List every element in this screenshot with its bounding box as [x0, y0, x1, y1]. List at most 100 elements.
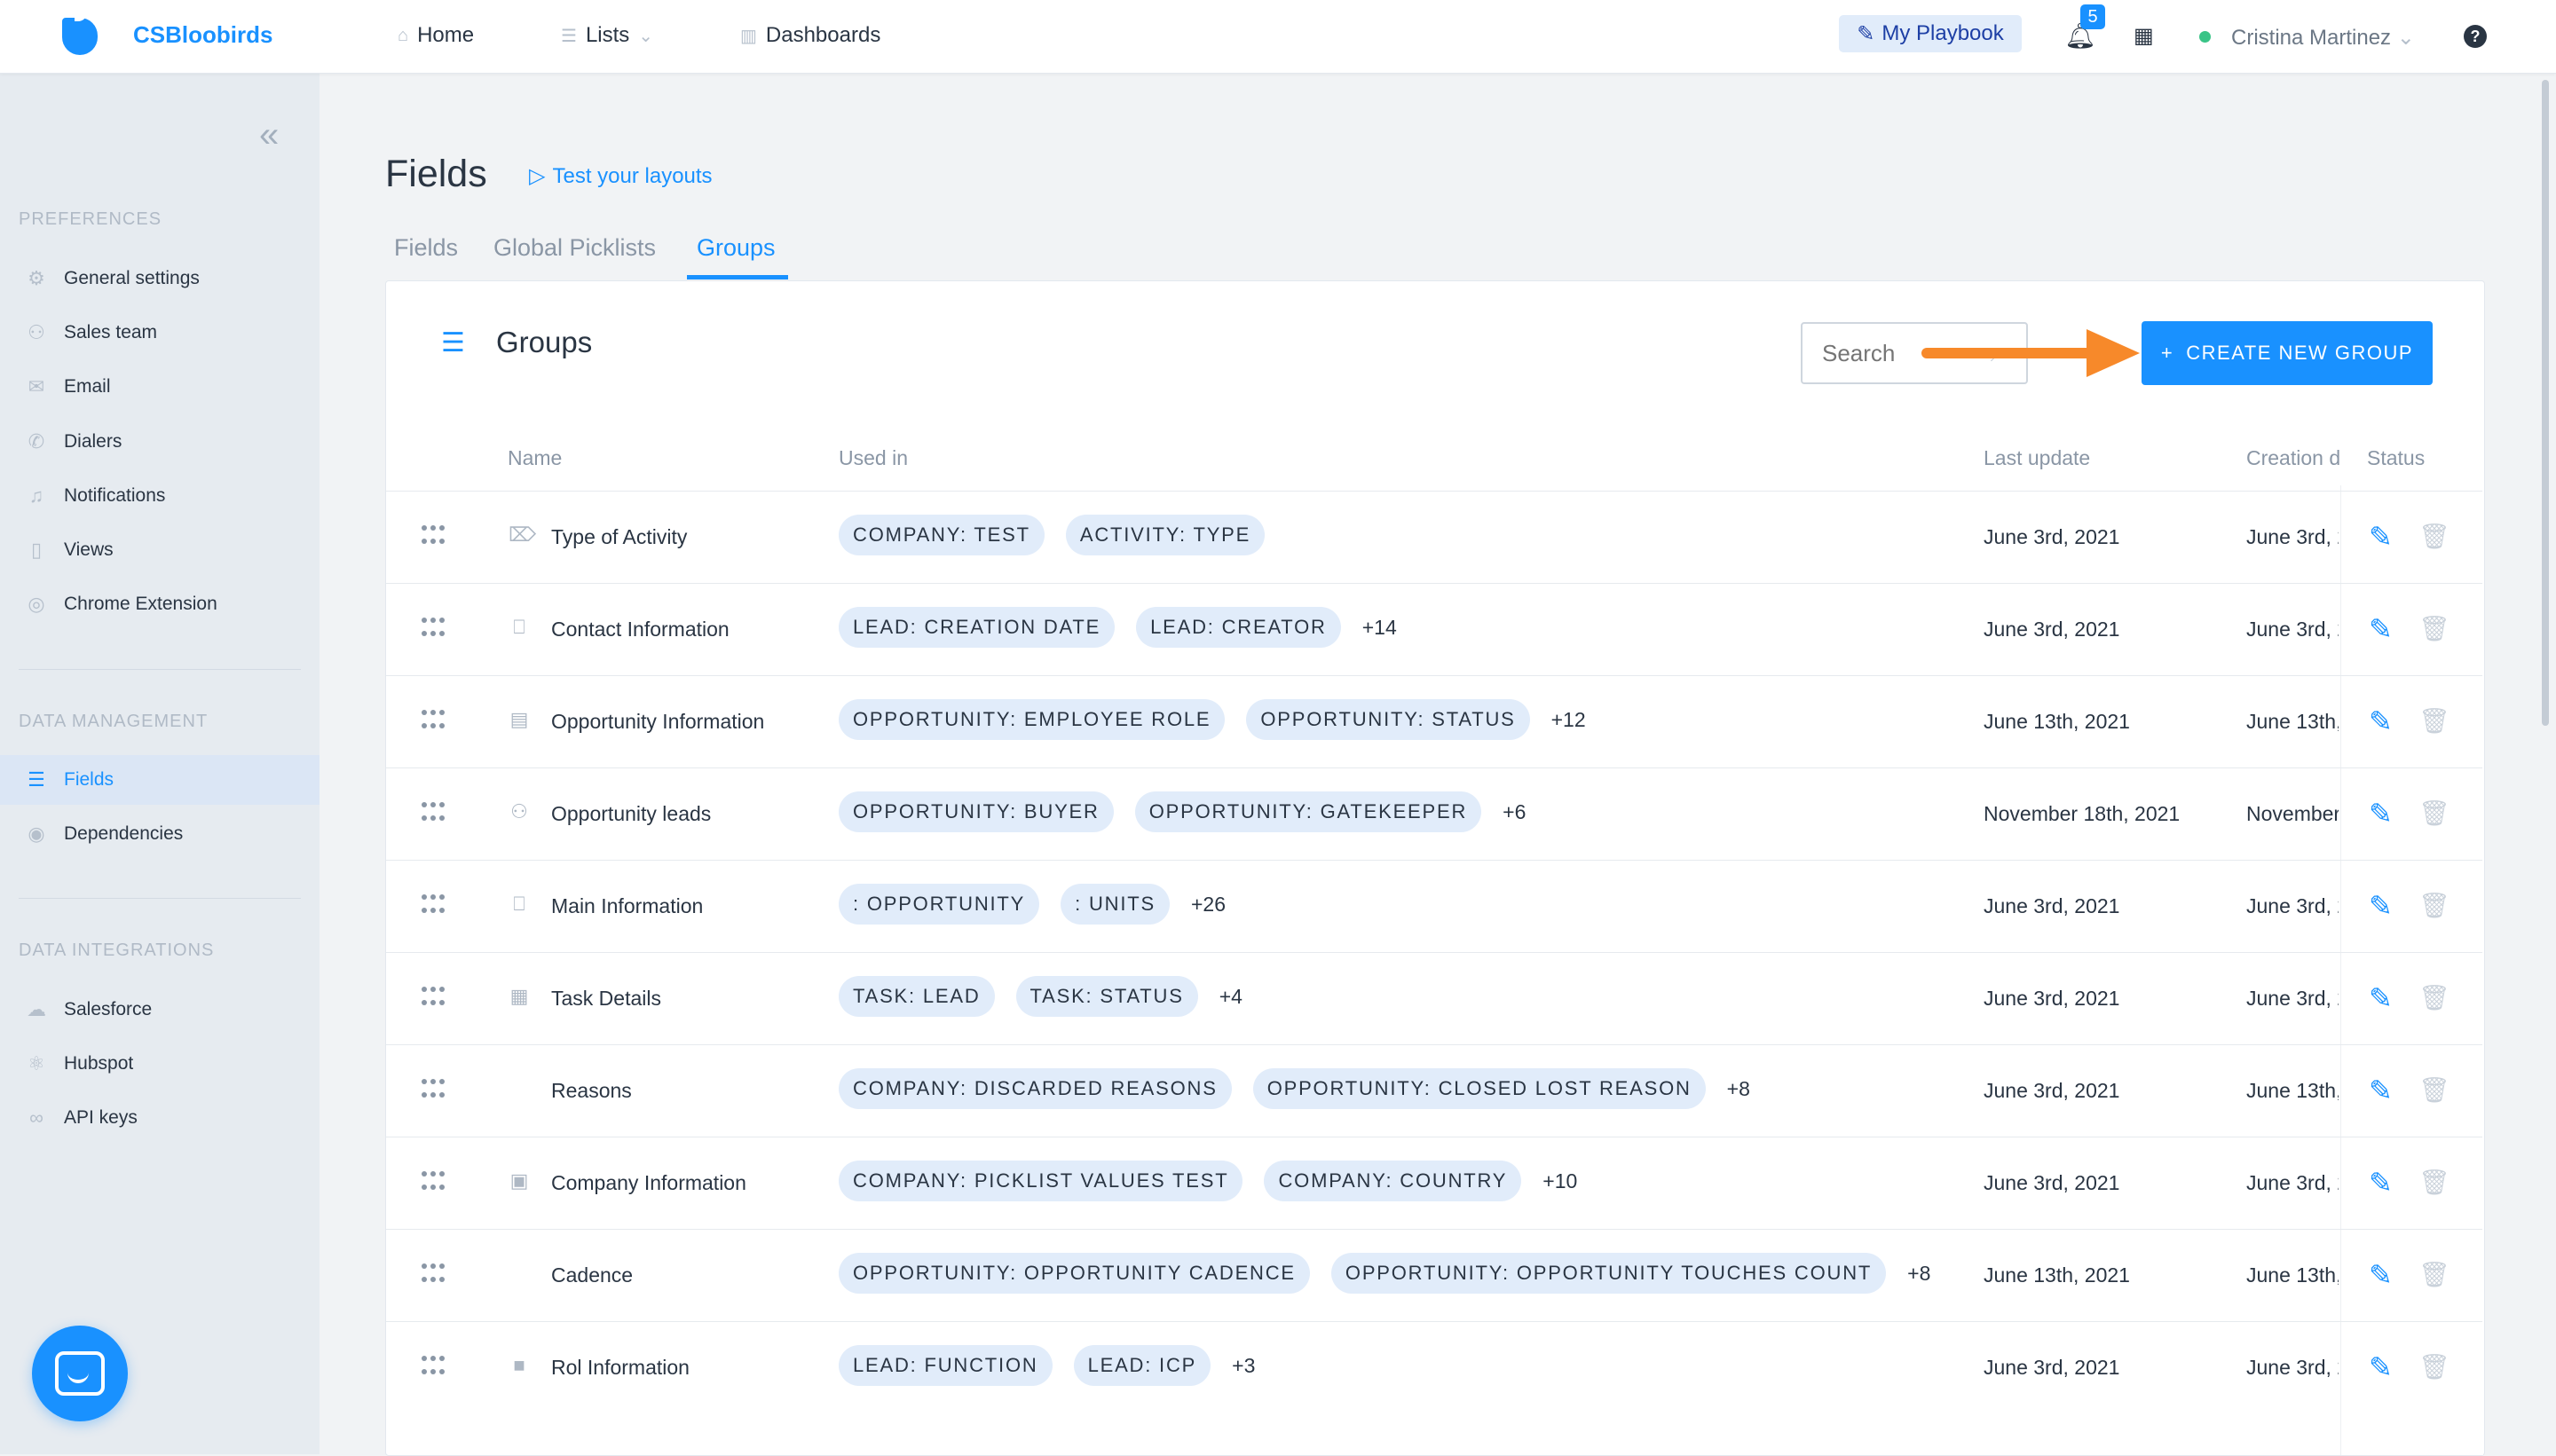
sidebar-item-views[interactable]: ▯ Views — [0, 525, 320, 575]
drag-handle-icon[interactable] — [422, 1171, 445, 1194]
tab-groups[interactable]: Groups — [697, 234, 776, 262]
column-header-used-in[interactable]: Used in — [839, 446, 908, 470]
my-playbook-button[interactable]: ✎ My Playbook — [1839, 15, 2022, 52]
trash-icon[interactable]: 🗑︎ — [2418, 522, 2450, 551]
drag-handle-icon[interactable] — [422, 710, 445, 733]
table-row[interactable]: ■ Rol Information LEAD: FUNCTION LEAD: IC… — [386, 1321, 2482, 1413]
used-in-chip: LEAD: FUNCTION — [839, 1345, 1053, 1386]
table-row[interactable]: ▤ Opportunity Information OPPORTUNITY: E… — [386, 675, 2482, 767]
edit-pencil-icon[interactable]: ✎ — [2369, 1166, 2393, 1200]
drag-handle-icon[interactable] — [422, 894, 445, 917]
sidebar-item-dialers[interactable]: ✆ Dialers — [0, 417, 320, 467]
column-header-creation-date[interactable]: Creation d — [2246, 446, 2340, 470]
table-row[interactable]: ⌦ Type of Activity COMPANY: TEST ACTIVITY… — [386, 491, 2482, 583]
trash-icon[interactable]: 🗑︎ — [2418, 1168, 2450, 1197]
drag-handle-icon[interactable] — [422, 525, 445, 548]
sidebar-item-label: Notifications — [64, 485, 166, 506]
bookmark-icon: ⎕ — [513, 893, 525, 915]
sidebar-item-sales-team[interactable]: ⚇ Sales team — [0, 308, 320, 358]
more-count[interactable]: +3 — [1232, 1354, 1255, 1378]
table-row[interactable]: ▣ Company Information COMPANY: PICKLIST … — [386, 1137, 2482, 1229]
table-row[interactable]: ⎕ Main Information : OPPORTUNITY: UNITS +… — [386, 860, 2482, 952]
edit-pencil-icon[interactable]: ✎ — [2369, 1350, 2393, 1384]
used-in-chip: : UNITS — [1061, 884, 1170, 925]
edit-pencil-icon[interactable]: ✎ — [2369, 889, 2393, 923]
sidebar-item-dependencies[interactable]: ◉ Dependencies — [0, 809, 320, 859]
table-row[interactable]: Reasons COMPANY: DISCARDED REASONS OPPORT… — [386, 1044, 2482, 1137]
more-count[interactable]: +14 — [1362, 616, 1397, 640]
user-menu[interactable]: Cristina Martinez ⌄ — [2231, 25, 2415, 51]
page-scrollbar[interactable] — [2542, 80, 2549, 726]
support-chat-button[interactable] — [32, 1326, 128, 1421]
drag-handle-icon[interactable] — [422, 618, 445, 641]
trash-icon[interactable]: 🗑︎ — [2418, 1260, 2450, 1289]
nav-dashboards[interactable]: ▥ Dashboards — [740, 23, 880, 48]
more-count[interactable]: +10 — [1542, 1169, 1577, 1193]
more-count[interactable]: +6 — [1503, 800, 1526, 824]
drag-handle-icon[interactable] — [422, 1356, 445, 1379]
edit-pencil-icon[interactable]: ✎ — [2369, 1258, 2393, 1292]
brand-logo-icon[interactable] — [62, 11, 98, 55]
drag-handle-icon[interactable] — [422, 802, 445, 825]
more-count[interactable]: +4 — [1219, 985, 1242, 1009]
more-count[interactable]: +8 — [1907, 1262, 1930, 1286]
group-name: Type of Activity — [551, 525, 688, 548]
create-new-group-button[interactable]: + CREATE NEW GROUP — [2142, 321, 2433, 385]
used-in-chip: OPPORTUNITY: GATEKEEPER — [1134, 791, 1482, 832]
test-layouts-link[interactable]: ▷ Test your layouts — [529, 163, 713, 189]
trash-icon[interactable]: 🗑︎ — [2418, 614, 2450, 643]
brand-name[interactable]: CSBloobirds — [133, 21, 272, 49]
group-name: Task Details — [551, 987, 661, 1010]
sidebar-item-hubspot[interactable]: ⚛ Hubspot — [0, 1039, 320, 1089]
drag-handle-icon[interactable] — [422, 1079, 445, 1102]
drag-handle-icon[interactable] — [422, 987, 445, 1010]
sidebar-item-label: Fields — [64, 769, 114, 790]
help-icon[interactable]: ? — [2464, 25, 2487, 48]
nav-home-label: Home — [417, 23, 475, 47]
nav-lists[interactable]: ☰ Lists ⌄ — [561, 23, 653, 48]
sidebar-item-salesforce[interactable]: ☁ Salesforce — [0, 985, 320, 1035]
trash-icon[interactable]: 🗑︎ — [2418, 706, 2450, 736]
more-count[interactable]: +12 — [1551, 708, 1586, 732]
drag-handle-icon[interactable] — [422, 1263, 445, 1287]
table-row[interactable]: ⎕ Contact Information LEAD: CREATION DAT… — [386, 583, 2482, 675]
tab-fields[interactable]: Fields — [394, 234, 458, 262]
sidebar-item-notifications[interactable]: ♫ Notifications — [0, 471, 320, 521]
edit-pencil-icon[interactable]: ✎ — [2369, 612, 2393, 646]
calendar-icon: ▦ — [509, 985, 529, 1007]
trash-icon[interactable]: 🗑︎ — [2418, 891, 2450, 920]
hubspot-icon: ⚛ — [28, 1052, 45, 1074]
sidebar-item-general-settings[interactable]: ⚙ General settings — [0, 254, 320, 303]
table-row[interactable]: ▦ Task Details TASK: LEAD TASK: STATUS +4 … — [386, 952, 2482, 1044]
used-in-chip: LEAD: ICP — [1073, 1345, 1211, 1386]
trash-icon[interactable]: 🗑︎ — [2418, 1352, 2450, 1381]
edit-pencil-icon[interactable]: ✎ — [2369, 1074, 2393, 1107]
sidebar-item-chrome-extension[interactable]: ◎ Chrome Extension — [0, 579, 320, 629]
column-header-status[interactable]: Status — [2367, 446, 2425, 470]
column-header-last-update[interactable]: Last update — [1984, 446, 2090, 470]
trash-icon[interactable]: 🗑︎ — [2418, 799, 2450, 828]
last-update: June 3rd, 2021 — [1984, 1171, 2120, 1194]
sidebar-item-email[interactable]: ✉ Email — [0, 362, 320, 412]
column-header-name[interactable]: Name — [508, 446, 562, 470]
edit-pencil-icon[interactable]: ✎ — [2369, 520, 2393, 554]
tag-icon: ⌦ — [509, 523, 537, 546]
cloud-icon: ☁ — [27, 998, 46, 1020]
edit-pencil-icon[interactable]: ✎ — [2369, 981, 2393, 1015]
edit-pencil-icon[interactable]: ✎ — [2369, 704, 2393, 738]
more-count[interactable]: +8 — [1727, 1077, 1750, 1101]
more-count[interactable]: +26 — [1191, 893, 1226, 917]
calendar-icon[interactable]: ▦ — [2134, 23, 2154, 49]
sidebar-section-data-integrations: DATA INTEGRATIONS — [19, 940, 215, 960]
trash-icon[interactable]: 🗑︎ — [2418, 983, 2450, 1012]
sidebar-item-fields[interactable]: ☰ Fields — [0, 755, 320, 805]
tab-global-picklists[interactable]: Global Picklists — [493, 234, 656, 262]
collapse-sidebar-icon[interactable]: « — [259, 115, 279, 155]
trash-icon[interactable]: 🗑︎ — [2418, 1075, 2450, 1105]
nav-home[interactable]: ⌂ Home — [398, 23, 474, 48]
sidebar-item-api-keys[interactable]: ∞ API keys — [0, 1093, 320, 1143]
briefcase-icon: ■ — [513, 1354, 525, 1376]
table-row[interactable]: ⚇ Opportunity leads OPPORTUNITY: BUYER OP… — [386, 767, 2482, 860]
edit-pencil-icon[interactable]: ✎ — [2369, 797, 2393, 830]
table-row[interactable]: Cadence OPPORTUNITY: OPPORTUNITY CADENCE… — [386, 1229, 2482, 1321]
